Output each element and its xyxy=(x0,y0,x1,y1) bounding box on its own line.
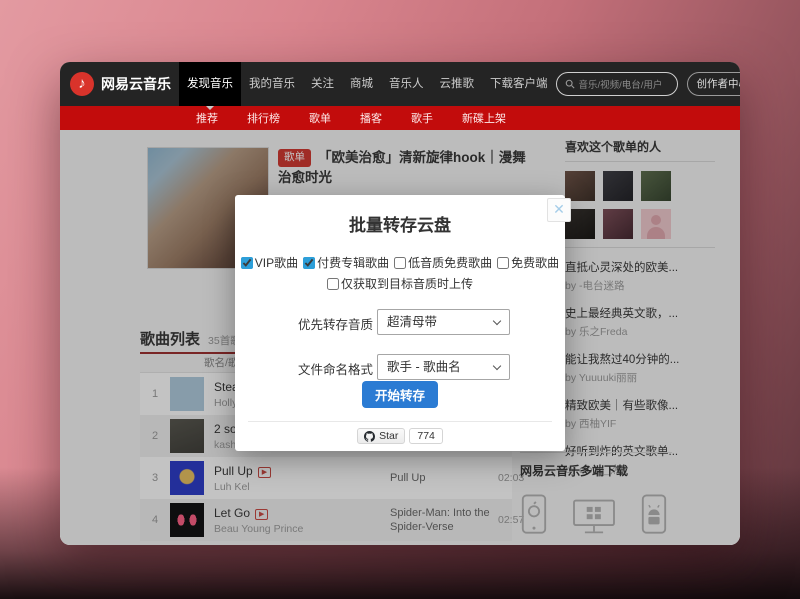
quality-form-row: 优先转存音质 超清母带 xyxy=(235,309,565,335)
netease-logo-icon[interactable]: ♪ xyxy=(70,72,94,96)
close-icon[interactable]: ✕ xyxy=(547,198,571,222)
checkbox-paid-album-songs[interactable]: 付费专辑歌曲 xyxy=(303,254,389,271)
low-quality-free-checkbox[interactable] xyxy=(394,257,406,269)
start-transfer-button[interactable]: 开始转存 xyxy=(362,381,438,408)
github-star-count[interactable]: 774 xyxy=(409,428,443,444)
checkbox-vip-songs[interactable]: VIP歌曲 xyxy=(241,254,298,271)
subnav-ranking[interactable]: 排行榜 xyxy=(247,110,280,126)
nav-musician[interactable]: 音乐人 xyxy=(381,62,432,106)
creator-center-button[interactable]: 创作者中心 xyxy=(687,72,741,96)
nav-download-client[interactable]: 下载客户端 xyxy=(482,62,556,106)
upload-condition-checkbox-row: 仅获取到目标音质时上传 xyxy=(235,275,565,292)
subnav-bar: 推荐 排行榜 歌单 播客 歌手 新碟上架 xyxy=(60,106,740,130)
batch-transfer-modal: ✕ 批量转存云盘 VIP歌曲 付费专辑歌曲 低音质免费歌曲 免费歌曲 xyxy=(235,195,565,451)
song-type-checkbox-row: VIP歌曲 付费专辑歌曲 低音质免费歌曲 免费歌曲 xyxy=(235,254,565,271)
desktop-background: ♪ 网易云音乐 发现音乐 我的音乐 关注 商城 音乐人 云推歌 下载客户端 音乐… xyxy=(0,0,800,599)
search-placeholder: 音乐/视频/电台/用户 xyxy=(579,77,663,91)
quality-label: 优先转存音质 xyxy=(298,314,373,333)
quality-select[interactable]: 超清母带 xyxy=(377,309,510,335)
only-target-quality-checkbox[interactable] xyxy=(327,278,339,290)
github-icon xyxy=(364,431,375,442)
naming-select[interactable]: 歌手 - 歌曲名 xyxy=(377,354,510,380)
search-input[interactable]: 音乐/视频/电台/用户 xyxy=(556,72,678,96)
main-nav: 发现音乐 我的音乐 关注 商城 音乐人 云推歌 下载客户端 xyxy=(179,62,556,106)
browser-window: ♪ 网易云音乐 发现音乐 我的音乐 关注 商城 音乐人 云推歌 下载客户端 音乐… xyxy=(60,62,740,545)
search-icon xyxy=(565,79,575,89)
brand-name: 网易云音乐 xyxy=(101,74,171,94)
vip-songs-checkbox[interactable] xyxy=(241,257,253,269)
paid-album-checkbox[interactable] xyxy=(303,257,315,269)
subnav-artists[interactable]: 歌手 xyxy=(411,110,433,126)
checkbox-only-target-quality[interactable]: 仅获取到目标音质时上传 xyxy=(327,275,473,292)
github-star-button[interactable]: Star xyxy=(357,428,405,444)
checkbox-low-quality-free[interactable]: 低音质免费歌曲 xyxy=(394,254,492,271)
modal-divider xyxy=(248,421,552,422)
subnav-recommend[interactable]: 推荐 xyxy=(196,110,218,126)
github-widget: Star 774 xyxy=(235,428,565,444)
subnav-new-albums[interactable]: 新碟上架 xyxy=(462,110,506,126)
nav-follow[interactable]: 关注 xyxy=(303,62,342,106)
free-songs-checkbox[interactable] xyxy=(497,257,509,269)
site-header: ♪ 网易云音乐 发现音乐 我的音乐 关注 商城 音乐人 云推歌 下载客户端 音乐… xyxy=(60,62,740,106)
naming-form-row: 文件命名格式 歌手 - 歌曲名 xyxy=(235,354,565,380)
subnav-playlists[interactable]: 歌单 xyxy=(309,110,331,126)
naming-label: 文件命名格式 xyxy=(298,359,373,378)
nav-my-music[interactable]: 我的音乐 xyxy=(241,62,303,106)
nav-store[interactable]: 商城 xyxy=(342,62,381,106)
nav-discover-music[interactable]: 发现音乐 xyxy=(179,62,241,106)
modal-title: 批量转存云盘 xyxy=(235,211,565,236)
checkbox-free-songs[interactable]: 免费歌曲 xyxy=(497,254,559,271)
subnav-podcast[interactable]: 播客 xyxy=(360,110,382,126)
nav-cloud-push[interactable]: 云推歌 xyxy=(432,62,483,106)
